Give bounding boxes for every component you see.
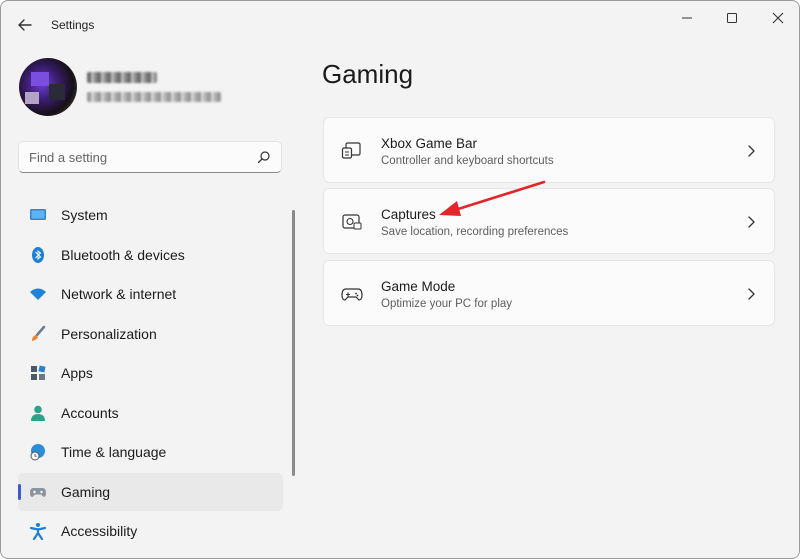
capture-icon — [342, 214, 362, 230]
sidebar-item-personalization[interactable]: Personalization — [18, 315, 283, 353]
accessibility-icon — [29, 523, 47, 540]
blurred-user-name — [87, 72, 157, 83]
close-button[interactable] — [758, 9, 798, 27]
maximize-icon — [727, 13, 737, 23]
sidebar-item-label: Personalization — [61, 325, 157, 342]
gamepad-icon — [341, 288, 363, 301]
card-game-mode[interactable]: Game Mode Optimize your PC for play — [323, 260, 775, 326]
sidebar-item-label: System — [61, 207, 108, 223]
avatar — [19, 58, 77, 116]
apps-icon — [31, 365, 46, 380]
card-title: Captures — [381, 207, 436, 222]
sidebar-scrollbar[interactable] — [292, 210, 295, 476]
sidebar-item-accessibility[interactable]: Accessibility — [18, 512, 283, 550]
sidebar-item-system[interactable]: System — [18, 196, 283, 234]
user-profile[interactable] — [19, 58, 289, 122]
back-arrow-icon — [18, 19, 32, 31]
sidebar-item-network[interactable]: Network & internet — [18, 275, 283, 313]
maximize-button[interactable] — [712, 9, 752, 27]
title-bar: Settings — [1, 1, 799, 49]
minimize-button[interactable] — [667, 9, 707, 27]
card-xbox-game-bar[interactable]: Xbox Game Bar Controller and keyboard sh… — [323, 117, 775, 183]
wifi-icon — [30, 288, 46, 300]
card-subtitle: Save location, recording preferences — [381, 226, 569, 238]
search-box[interactable] — [18, 141, 282, 173]
close-icon — [772, 12, 784, 24]
settings-window: Settings System — [0, 0, 800, 559]
globe-clock-icon — [30, 444, 45, 461]
paintbrush-icon — [32, 325, 46, 341]
bluetooth-icon — [32, 246, 44, 263]
card-captures[interactable]: Captures Save location, recording prefer… — [323, 188, 775, 254]
sidebar-item-label: Network & internet — [61, 286, 177, 302]
page-title: Gaming — [322, 59, 414, 89]
chevron-right-icon — [748, 145, 755, 157]
sidebar-item-label: Accessibility — [61, 523, 138, 539]
sidebar-item-label: Time & language — [61, 444, 167, 460]
game-bar-icon — [341, 142, 361, 159]
minimize-icon — [682, 17, 692, 19]
sidebar-item-time-language[interactable]: Time & language — [18, 433, 283, 471]
card-title: Xbox Game Bar — [381, 136, 478, 151]
search-icon[interactable] — [257, 150, 271, 164]
sidebar-item-label: Gaming — [61, 483, 111, 500]
chevron-right-icon — [748, 288, 755, 300]
monitor-icon — [30, 209, 46, 220]
sidebar-item-label: Accounts — [61, 404, 119, 421]
search-input[interactable] — [29, 147, 254, 167]
card-title: Game Mode — [381, 279, 456, 294]
sidebar-item-bluetooth[interactable]: Bluetooth & devices — [18, 236, 283, 274]
sidebar-item-gaming[interactable]: Gaming — [18, 472, 283, 511]
card-subtitle: Controller and keyboard shortcuts — [381, 155, 554, 167]
person-icon — [31, 405, 45, 421]
chevron-right-icon — [748, 216, 755, 228]
blurred-user-email — [87, 92, 221, 102]
controller-icon — [30, 487, 46, 497]
sidebar-item-apps[interactable]: Apps — [18, 354, 283, 392]
back-button[interactable] — [13, 13, 37, 37]
card-subtitle: Optimize your PC for play — [381, 298, 513, 310]
window-title: Settings — [51, 18, 95, 32]
sidebar-item-label: Bluetooth & devices — [61, 246, 185, 263]
sidebar-nav: System Bluetooth & devices Network & int… — [18, 196, 283, 552]
sidebar-item-accounts[interactable]: Accounts — [18, 394, 283, 432]
sidebar-item-label: Apps — [61, 365, 93, 381]
